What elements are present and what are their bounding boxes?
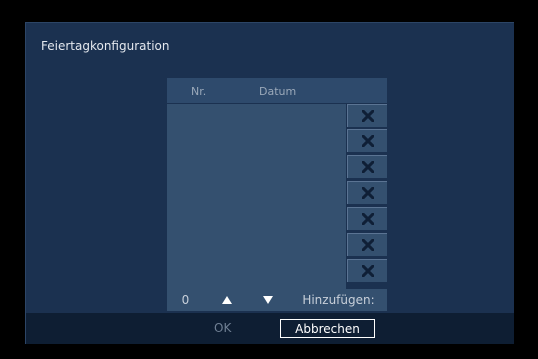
close-x-icon bbox=[361, 135, 374, 147]
add-button[interactable]: Hinzufügen: bbox=[290, 289, 387, 311]
holiday-table: Nr. Datum bbox=[167, 78, 387, 311]
close-x-icon bbox=[361, 187, 374, 199]
close-x-icon bbox=[361, 213, 374, 225]
delete-row-button[interactable] bbox=[347, 259, 387, 282]
delete-row-button[interactable] bbox=[347, 181, 387, 204]
table-body[interactable] bbox=[167, 104, 346, 311]
cancel-button[interactable]: Abbrechen bbox=[280, 319, 375, 338]
ok-button[interactable]: OK bbox=[214, 321, 231, 335]
table-header: Nr. Datum bbox=[167, 78, 387, 103]
dialog-footer: OK Abbrechen bbox=[26, 313, 514, 344]
holiday-config-dialog: Feiertagkonfiguration Nr. Datum 0 Hinzuf… bbox=[25, 22, 514, 344]
table-controls: 0 Hinzufügen: bbox=[167, 289, 387, 311]
triangle-up-icon bbox=[221, 296, 232, 304]
dialog-title: Feiertagkonfiguration bbox=[41, 39, 170, 53]
delete-row-button[interactable] bbox=[347, 129, 387, 152]
delete-row-button[interactable] bbox=[347, 104, 387, 127]
delete-row-button[interactable] bbox=[347, 233, 387, 256]
close-x-icon bbox=[361, 239, 374, 251]
move-down-button[interactable] bbox=[249, 289, 286, 311]
close-x-icon bbox=[361, 110, 374, 122]
count-field: 0 bbox=[167, 289, 204, 311]
column-header-datum: Datum bbox=[259, 85, 297, 98]
column-header-nr: Nr. bbox=[191, 85, 207, 98]
move-up-button[interactable] bbox=[208, 289, 245, 311]
delete-row-button[interactable] bbox=[347, 155, 387, 178]
delete-row-button[interactable] bbox=[347, 207, 387, 230]
triangle-down-icon bbox=[262, 296, 273, 304]
close-x-icon bbox=[361, 265, 374, 277]
close-x-icon bbox=[361, 161, 374, 173]
